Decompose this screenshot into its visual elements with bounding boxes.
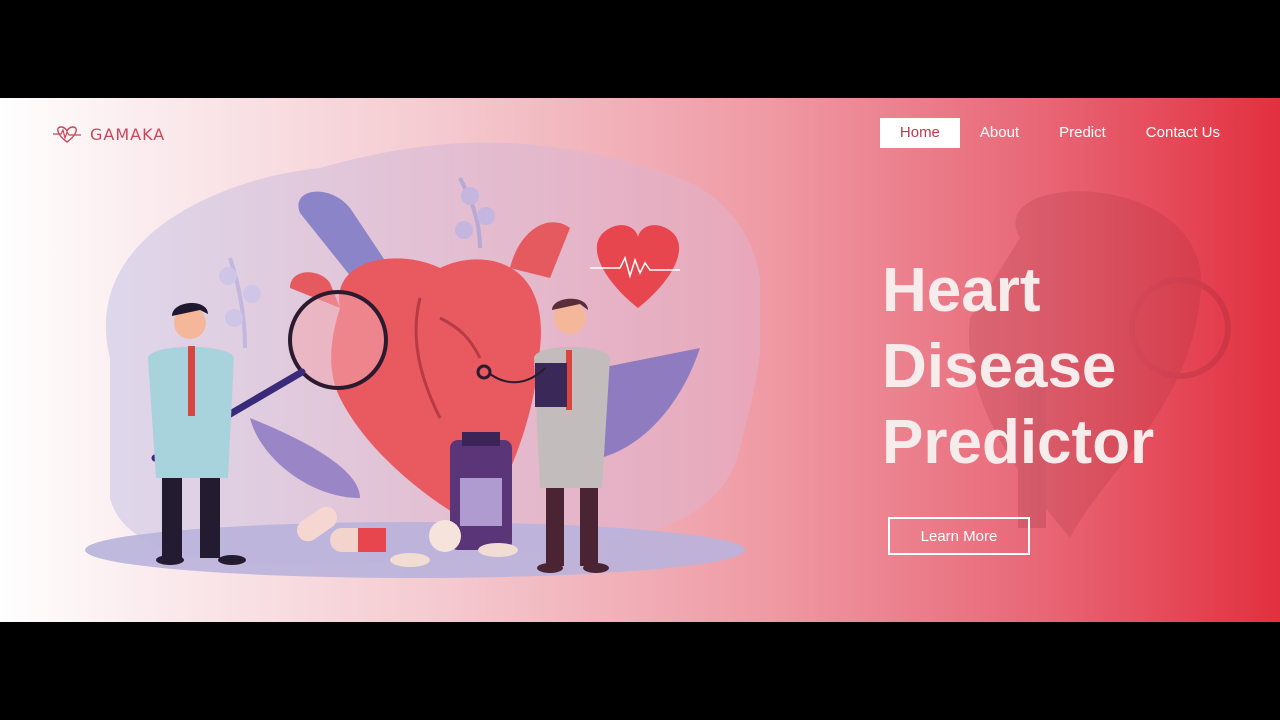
letterbox-top: [0, 0, 1280, 98]
nav-home[interactable]: Home: [879, 118, 960, 148]
nav-about[interactable]: About: [960, 118, 1039, 148]
letterbox-bottom: [0, 622, 1280, 720]
hero-title-line-2: Disease: [882, 332, 1117, 401]
hero-title: Heart Disease Predictor: [882, 253, 1242, 481]
learn-more-button[interactable]: Learn More: [888, 517, 1030, 555]
hero-title-line-1: Heart: [882, 256, 1041, 325]
nav-contact-us[interactable]: Contact Us: [1126, 118, 1240, 148]
landing-page: GAMAKA Home About Predict Contact Us Hea…: [0, 98, 1280, 622]
main-nav: Home About Predict Contact Us: [879, 118, 1240, 148]
hero-title-line-3: Predictor: [882, 408, 1155, 477]
hero-illustration: [85, 142, 760, 578]
nav-predict[interactable]: Predict: [1039, 118, 1126, 148]
